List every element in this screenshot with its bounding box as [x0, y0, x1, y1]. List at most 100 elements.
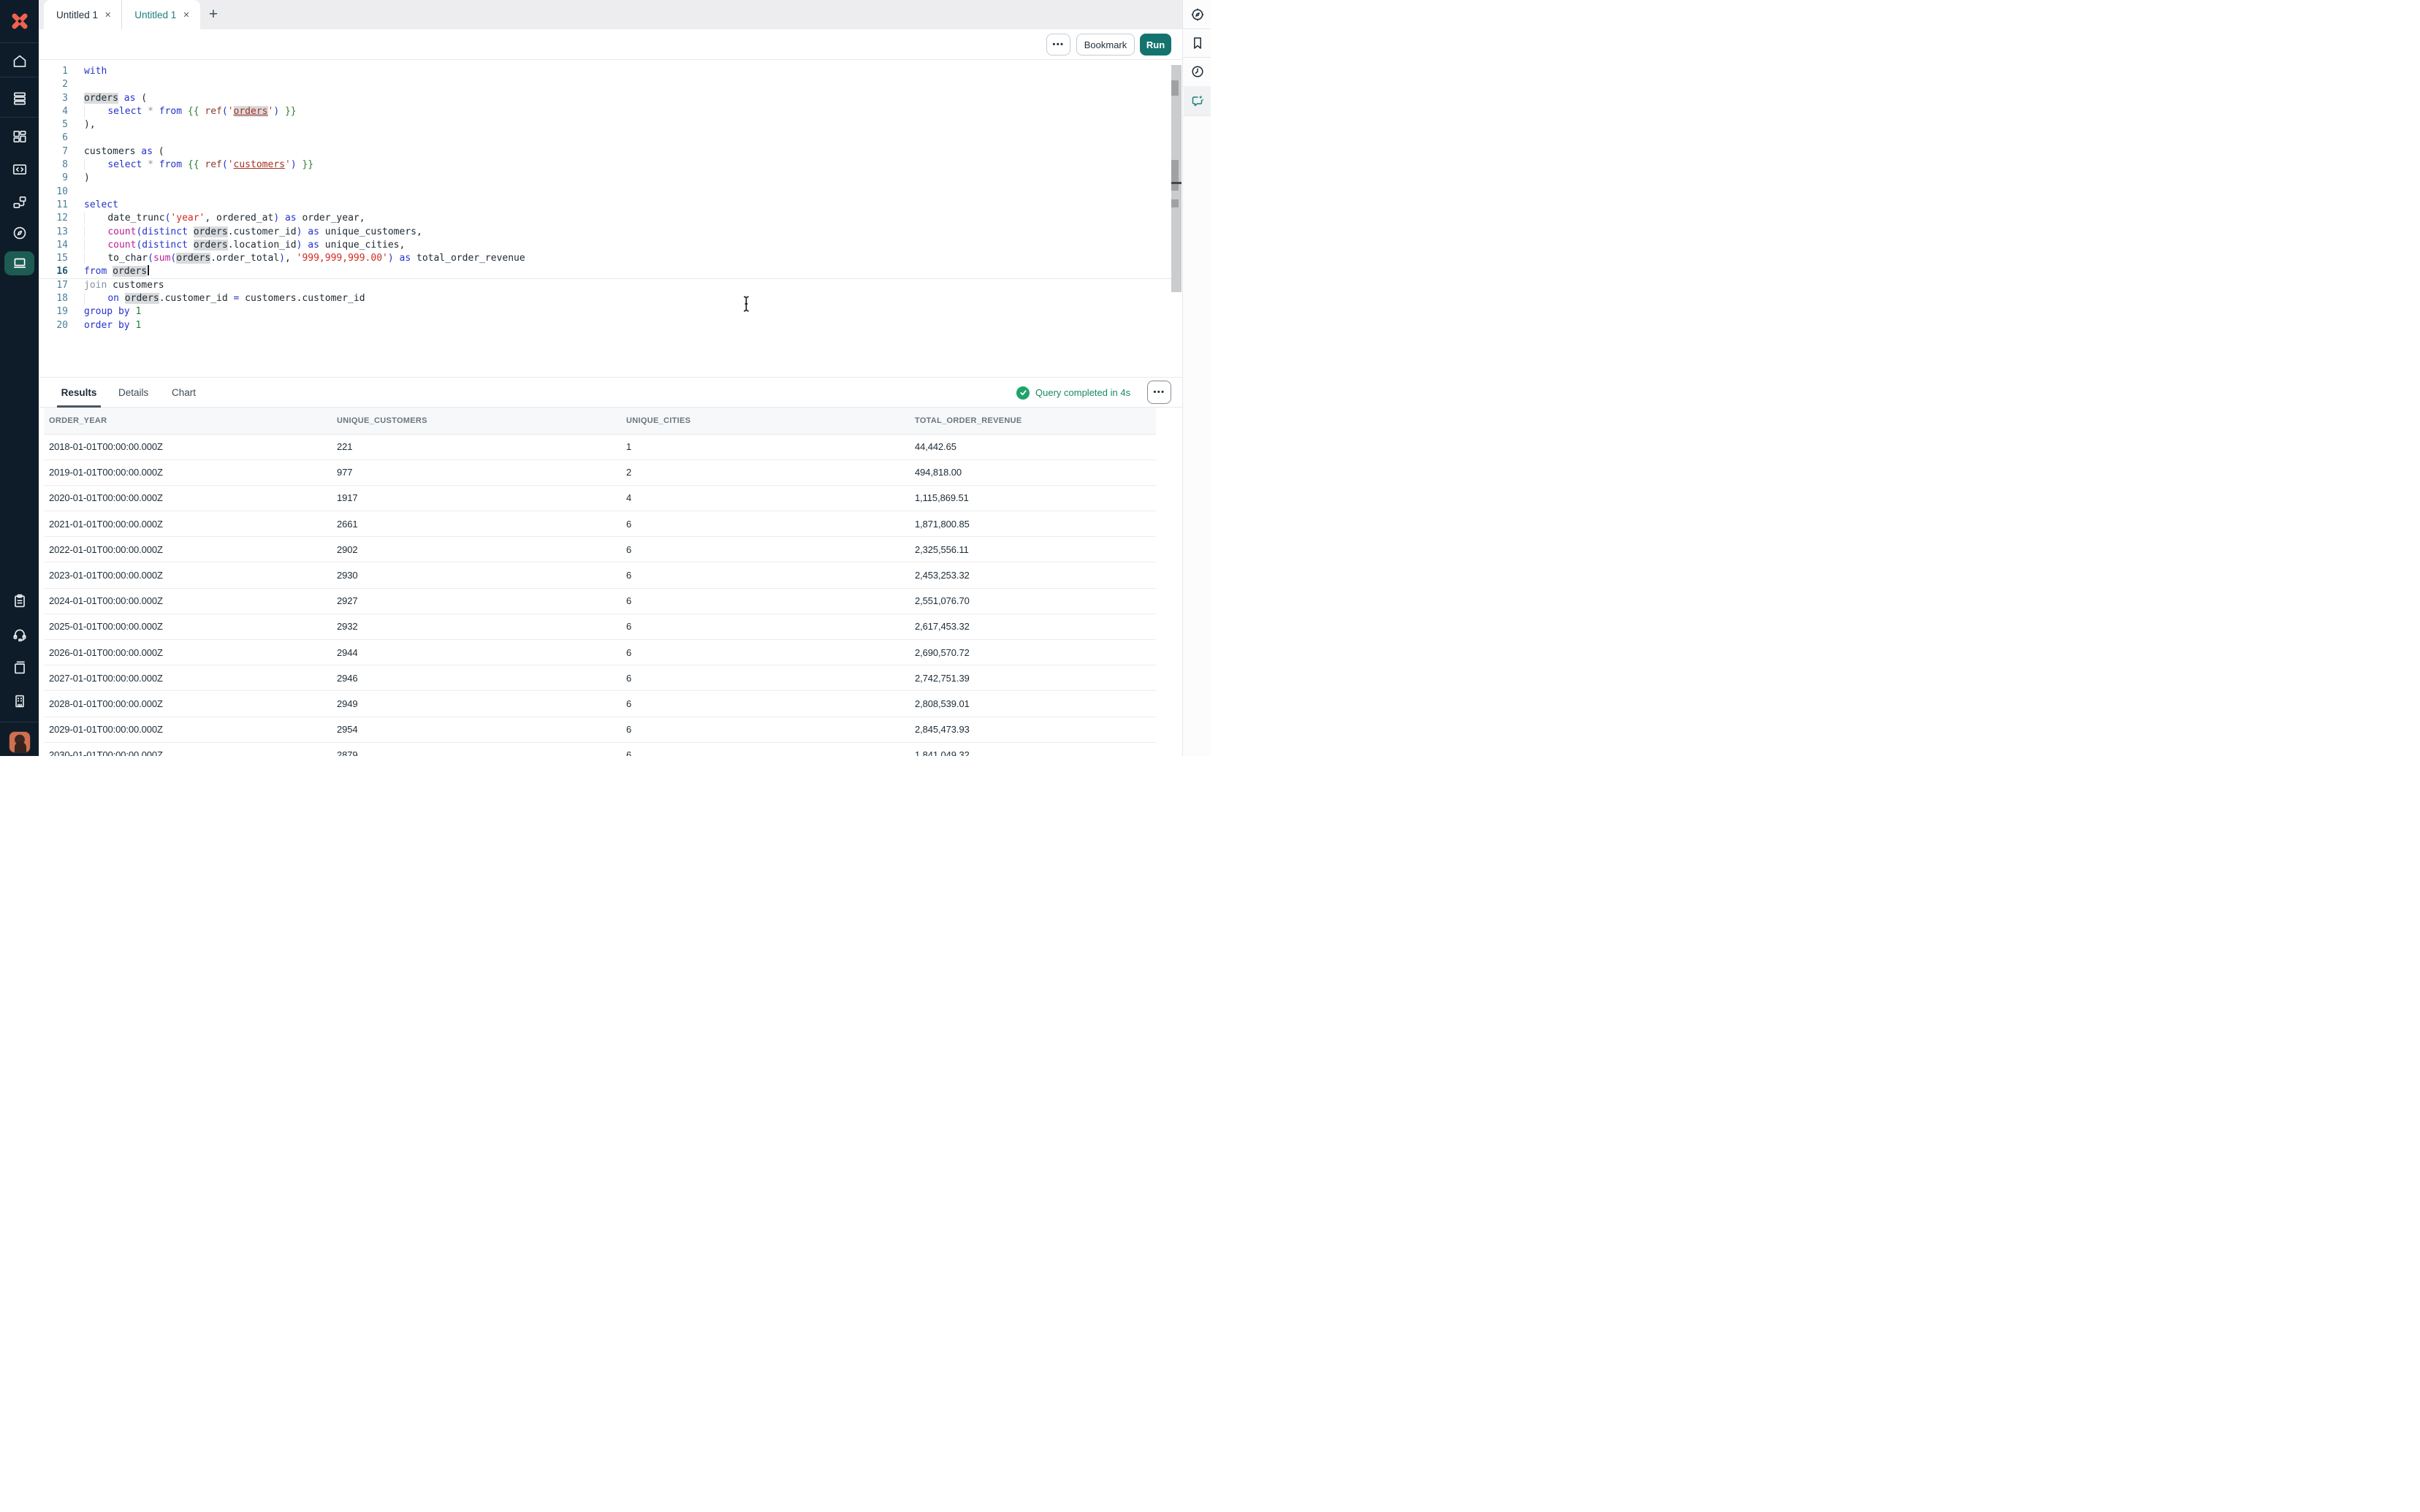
table-cell: 977: [337, 467, 626, 478]
scrollbar-thumb[interactable]: [1171, 160, 1179, 191]
code-line[interactable]: 11 select: [39, 199, 1182, 212]
table-body: 2018-01-01T00:00:00.000Z221144,442.65201…: [44, 435, 1156, 757]
column-header[interactable]: TOTAL_ORDER_REVENUE: [915, 416, 1156, 425]
line-number: 20: [39, 319, 68, 332]
code-text: with: [84, 65, 107, 78]
sidebar-item-explore[interactable]: [0, 218, 39, 248]
table-cell: 6: [626, 698, 915, 709]
code-line[interactable]: 12 date_trunc('year', ordered_at) as ord…: [39, 212, 1182, 225]
table-cell: 1917: [337, 492, 626, 503]
bookmark-icon: [1190, 36, 1205, 50]
table-row[interactable]: 2019-01-01T00:00:00.000Z9772494,818.00: [44, 460, 1156, 486]
close-icon[interactable]: ✕: [104, 10, 111, 20]
code-line[interactable]: 4 select * from {{ ref('orders') }}: [39, 105, 1182, 118]
more-options-button[interactable]: •••: [1046, 34, 1070, 56]
bookmark-button[interactable]: Bookmark: [1076, 34, 1135, 56]
table-row[interactable]: 2023-01-01T00:00:00.000Z293062,453,253.3…: [44, 562, 1156, 588]
scrollbar-position-line: [1171, 182, 1182, 184]
code-line[interactable]: 14 count(distinct orders.location_id) as…: [39, 239, 1182, 252]
code-line[interactable]: 20order by 1: [39, 319, 1182, 332]
table-row[interactable]: 2028-01-01T00:00:00.000Z294962,808,539.0…: [44, 691, 1156, 717]
table-cell: 2029-01-01T00:00:00.000Z: [49, 724, 337, 735]
tab-untitled-1[interactable]: Untitled 1 ✕: [44, 0, 121, 29]
results-table: ORDER_YEARUNIQUE_CUSTOMERSUNIQUE_CITIEST…: [44, 408, 1156, 756]
code-line[interactable]: 6: [39, 131, 1182, 145]
rail-item-bookmarks[interactable]: [1184, 28, 1211, 57]
column-header[interactable]: ORDER_YEAR: [49, 416, 337, 425]
line-number: 17: [39, 279, 68, 292]
table-row[interactable]: 2029-01-01T00:00:00.000Z295462,845,473.9…: [44, 717, 1156, 743]
rail-item-ai-chat[interactable]: [1184, 86, 1211, 115]
avatar-image: [9, 731, 31, 753]
code-line[interactable]: 5),: [39, 118, 1182, 131]
rail-divider: [0, 117, 39, 118]
rail-item-history[interactable]: [1184, 57, 1211, 86]
run-button[interactable]: Run: [1140, 34, 1171, 56]
code-line[interactable]: 10: [39, 186, 1182, 199]
ai-chat-sparkles-icon: [1190, 93, 1205, 108]
tab-results[interactable]: Results: [57, 378, 101, 408]
tab-chart[interactable]: Chart: [170, 378, 197, 408]
user-avatar[interactable]: [0, 728, 39, 757]
table-row[interactable]: 2026-01-01T00:00:00.000Z294462,690,570.7…: [44, 640, 1156, 665]
table-cell: 2026-01-01T00:00:00.000Z: [49, 647, 337, 658]
hex-logo[interactable]: [0, 7, 39, 36]
table-row[interactable]: 2020-01-01T00:00:00.000Z191741,115,869.5…: [44, 486, 1156, 511]
line-number: 11: [39, 199, 68, 212]
table-row[interactable]: 2022-01-01T00:00:00.000Z290262,325,556.1…: [44, 537, 1156, 562]
code-line[interactable]: 3orders as (: [39, 92, 1182, 105]
sidebar-item-notebook-active[interactable]: [0, 250, 39, 276]
tab-details[interactable]: Details: [117, 378, 149, 408]
code-line[interactable]: 16from orders: [39, 265, 1182, 278]
table-cell: 2932: [337, 621, 626, 632]
tab-untitled-2[interactable]: Untitled 1 ✕: [122, 0, 199, 29]
table-cell: 6: [626, 724, 915, 735]
table-cell: 2027-01-01T00:00:00.000Z: [49, 673, 337, 684]
code-lines[interactable]: 1with23orders as (4 select * from {{ ref…: [39, 65, 1182, 332]
table-row[interactable]: 2025-01-01T00:00:00.000Z293262,617,453.3…: [44, 614, 1156, 640]
line-number: 3: [39, 92, 68, 105]
scrollbar-mark: [1171, 80, 1179, 96]
code-line[interactable]: 19group by 1: [39, 305, 1182, 318]
code-line[interactable]: 1with: [39, 65, 1182, 78]
sidebar-item-changelog[interactable]: [0, 587, 39, 616]
code-line[interactable]: 15 to_char(sum(orders.order_total), '999…: [39, 252, 1182, 265]
tab-label: Untitled 1: [134, 9, 176, 20]
sidebar-item-collections[interactable]: [0, 84, 39, 113]
code-line[interactable]: 7customers as (: [39, 145, 1182, 159]
new-tab-button[interactable]: +: [205, 6, 222, 23]
code-line[interactable]: 9): [39, 172, 1182, 185]
sidebar-item-workflow[interactable]: [0, 188, 39, 217]
code-text: select: [84, 199, 118, 212]
sidebar-item-code-cell[interactable]: [0, 155, 39, 184]
code-line[interactable]: 17join customers: [39, 279, 1182, 292]
code-line[interactable]: 13 count(distinct orders.customer_id) as…: [39, 226, 1182, 239]
table-cell: 6: [626, 570, 915, 581]
sql-editor[interactable]: 1with23orders as (4 select * from {{ ref…: [39, 60, 1182, 377]
column-header[interactable]: UNIQUE_CITIES: [626, 416, 915, 425]
code-line[interactable]: 18 on orders.customer_id = customers.cus…: [39, 292, 1182, 305]
tab-bar: Untitled 1 ✕ Untitled 1 ✕ +: [39, 0, 1182, 29]
code-line[interactable]: 8 select * from {{ ref('customers') }}: [39, 159, 1182, 172]
editor-scrollbar[interactable]: [1171, 65, 1182, 292]
table-row[interactable]: 2021-01-01T00:00:00.000Z266161,871,800.8…: [44, 511, 1156, 537]
code-text: group by 1: [84, 305, 141, 318]
close-icon[interactable]: ✕: [183, 10, 189, 20]
rail-item-explore[interactable]: [1184, 0, 1211, 28]
table-row[interactable]: 2027-01-01T00:00:00.000Z294662,742,751.3…: [44, 665, 1156, 691]
table-row[interactable]: 2018-01-01T00:00:00.000Z221144,442.65: [44, 435, 1156, 460]
sidebar-item-support[interactable]: [0, 620, 39, 649]
sidebar-item-docs[interactable]: [0, 653, 39, 682]
docs-book-icon: [12, 660, 28, 676]
notebook-icon: [12, 255, 28, 271]
table-row[interactable]: 2024-01-01T00:00:00.000Z292762,551,076.7…: [44, 589, 1156, 614]
sidebar-item-organization[interactable]: [0, 687, 39, 716]
column-header[interactable]: UNIQUE_CUSTOMERS: [337, 416, 626, 425]
sidebar-item-home[interactable]: [0, 47, 39, 76]
table-cell: 4: [626, 492, 915, 503]
results-more-button[interactable]: •••: [1147, 381, 1171, 404]
code-line[interactable]: 2: [39, 78, 1182, 91]
sidebar-item-apps[interactable]: [0, 122, 39, 151]
table-row[interactable]: 2030-01-01T00:00:00.000Z287961,841,049.3…: [44, 743, 1156, 756]
ellipsis-icon: •••: [1052, 40, 1064, 49]
